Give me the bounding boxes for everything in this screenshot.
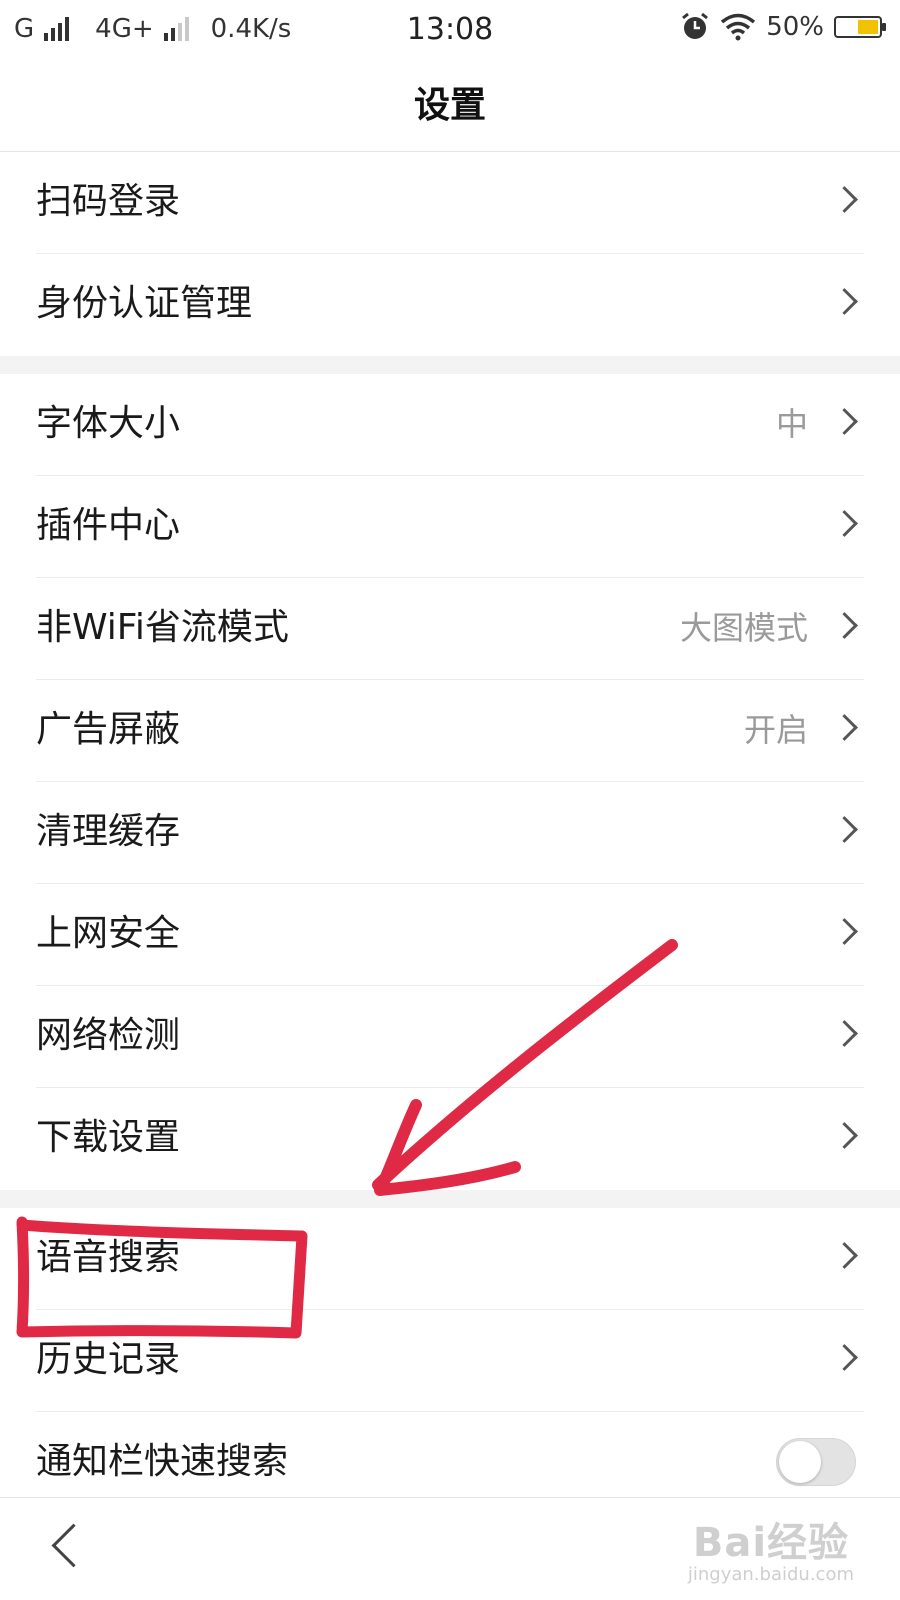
settings-item-label: 上网安全: [36, 913, 181, 954]
watermark-logo: Bai经验: [692, 1520, 850, 1566]
settings-item-download[interactable]: 下载设置: [36, 1088, 864, 1190]
settings-group-search: 语音搜索 历史记录 通知栏快速搜索: [0, 1208, 900, 1497]
settings-item-ad-block[interactable]: 广告屏蔽 开启: [36, 680, 864, 782]
settings-item-label: 通知栏快速搜索: [36, 1441, 289, 1482]
settings-item-voice-search[interactable]: 语音搜索: [36, 1208, 864, 1310]
settings-item-label: 非WiFi省流模式: [36, 607, 289, 648]
notification-search-toggle[interactable]: [776, 1438, 856, 1486]
settings-item-identity[interactable]: 身份认证管理: [36, 254, 864, 356]
settings-item-label: 插件中心: [36, 505, 181, 546]
chevron-right-icon: [831, 1020, 858, 1047]
settings-item-web-security[interactable]: 上网安全: [36, 884, 864, 986]
chevron-right-icon: [831, 1242, 858, 1269]
alarm-icon: [682, 12, 709, 39]
watermark: Bai经验 jingyan.baidu.com: [688, 1510, 854, 1585]
settings-item-label: 网络检测: [36, 1015, 181, 1056]
battery-icon: [834, 16, 886, 38]
settings-item-label: 清理缓存: [36, 811, 181, 852]
settings-group-account: 扫码登录 身份认证管理: [0, 152, 900, 356]
chevron-right-icon: [831, 918, 858, 945]
chevron-right-icon: [831, 288, 858, 315]
chevron-right-icon: [831, 1344, 858, 1371]
chevron-right-icon: [831, 408, 858, 435]
page-title: 设置: [0, 62, 900, 152]
watermark-url: jingyan.baidu.com: [687, 1564, 854, 1585]
status-bar: G 4G+ 0.4K/s 13:08 50%: [0, 0, 900, 62]
settings-item-label: 语音搜索: [36, 1237, 181, 1278]
settings-item-value: 中: [775, 405, 808, 443]
chevron-right-icon: [831, 510, 858, 537]
status-right: 50%: [680, 12, 886, 42]
settings-item-value: 开启: [743, 711, 808, 749]
wifi-icon: [721, 13, 756, 41]
chevron-right-icon: [831, 186, 858, 213]
settings-item-scan-login[interactable]: 扫码登录: [36, 152, 864, 254]
settings-item-label: 身份认证管理: [36, 283, 253, 324]
settings-item-value: 大图模式: [679, 609, 808, 647]
chevron-right-icon: [831, 816, 858, 843]
section-divider: [0, 356, 900, 374]
chevron-right-icon: [831, 714, 858, 741]
settings-item-label: 字体大小: [36, 403, 181, 444]
section-divider: [0, 1190, 900, 1208]
settings-item-data-saver[interactable]: 非WiFi省流模式 大图模式: [36, 578, 864, 680]
battery-percent: 50%: [766, 12, 824, 42]
chevron-right-icon: [831, 612, 858, 639]
chevron-right-icon: [831, 1122, 858, 1149]
settings-item-label: 历史记录: [36, 1339, 181, 1380]
settings-item-network-check[interactable]: 网络检测: [36, 986, 864, 1088]
settings-item-plugins[interactable]: 插件中心: [36, 476, 864, 578]
settings-item-font-size[interactable]: 字体大小 中: [36, 374, 864, 476]
settings-item-label: 扫码登录: [36, 181, 181, 222]
settings-item-label: 下载设置: [36, 1117, 181, 1158]
battery-fill: [858, 20, 878, 34]
settings-group-general: 字体大小 中 插件中心 非WiFi省流模式 大图模式 广告屏蔽 开启 清理缓存 …: [0, 374, 900, 1190]
toggle-knob: [779, 1441, 821, 1483]
bottom-bar: Bai经验 jingyan.baidu.com: [0, 1497, 900, 1600]
chevron-left-icon[interactable]: [51, 1523, 96, 1568]
settings-item-clear-cache[interactable]: 清理缓存: [36, 782, 864, 884]
settings-item-label: 广告屏蔽: [36, 709, 181, 750]
settings-list: 扫码登录 身份认证管理 字体大小 中 插件中心 非WiFi省流模式 大图模式 广…: [0, 152, 900, 1497]
settings-item-history[interactable]: 历史记录: [36, 1310, 864, 1412]
settings-item-notification-search[interactable]: 通知栏快速搜索: [36, 1412, 864, 1497]
